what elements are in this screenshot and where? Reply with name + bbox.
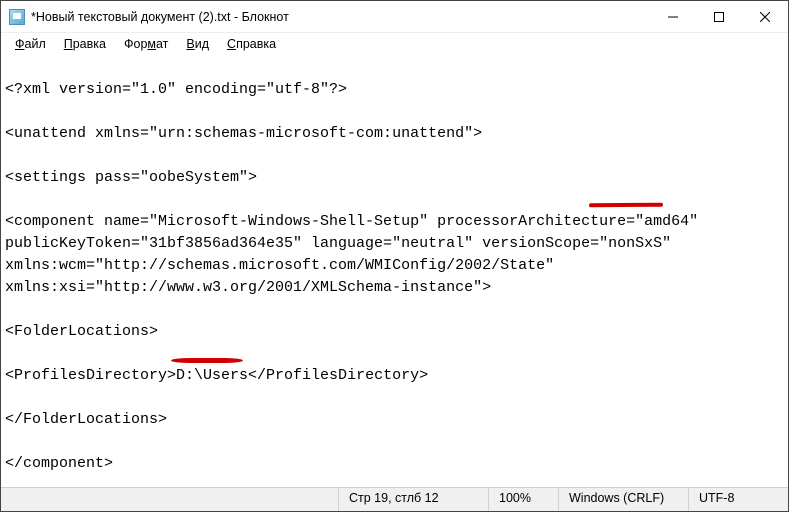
menu-view[interactable]: Вид [178,35,217,53]
menu-help[interactable]: Справка [219,35,284,53]
text-line: <ProfilesDirectory>D:\Users</ProfilesDir… [5,367,428,384]
text-line: </component> [5,455,113,472]
window-title: *Новый текстовый документ (2).txt - Блок… [31,10,650,24]
maximize-button[interactable] [696,1,742,32]
text-line: <?xml version="1.0" encoding="utf-8"?> [5,81,347,98]
text-line: <settings pass="oobeSystem"> [5,169,257,186]
status-bar: Стр 19, стлб 12 100% Windows (CRLF) UTF-… [1,487,788,511]
menu-edit[interactable]: Правка [56,35,114,53]
text-line: <unattend xmlns="urn:schemas-microsoft-c… [5,125,482,142]
text-line: xmlns:xsi="http://www.w3.org/2001/XMLSch… [5,279,491,296]
text-line: </FolderLocations> [5,411,167,428]
status-encoding: UTF-8 [688,488,788,511]
menu-format[interactable]: Формат [116,35,176,53]
status-eol: Windows (CRLF) [558,488,688,511]
window-controls [650,1,788,32]
text-line: <component name="Microsoft-Windows-Shell… [5,213,698,230]
notepad-icon [9,9,25,25]
annotation-underline [171,358,243,363]
status-spacer [1,488,338,511]
close-button[interactable] [742,1,788,32]
text-line: publicKeyToken="31bf3856ad364e35" langua… [5,235,671,252]
status-zoom: 100% [488,488,558,511]
text-line: <FolderLocations> [5,323,158,340]
annotation-underline [589,203,663,208]
menu-file[interactable]: Файл [7,35,54,53]
text-editor[interactable]: <?xml version="1.0" encoding="utf-8"?> <… [1,55,788,487]
text-line: xmlns:wcm="http://schemas.microsoft.com/… [5,257,554,274]
title-bar: *Новый текстовый документ (2).txt - Блок… [1,1,788,33]
status-position: Стр 19, стлб 12 [338,488,488,511]
menu-bar: Файл Правка Формат Вид Справка [1,33,788,55]
minimize-button[interactable] [650,1,696,32]
